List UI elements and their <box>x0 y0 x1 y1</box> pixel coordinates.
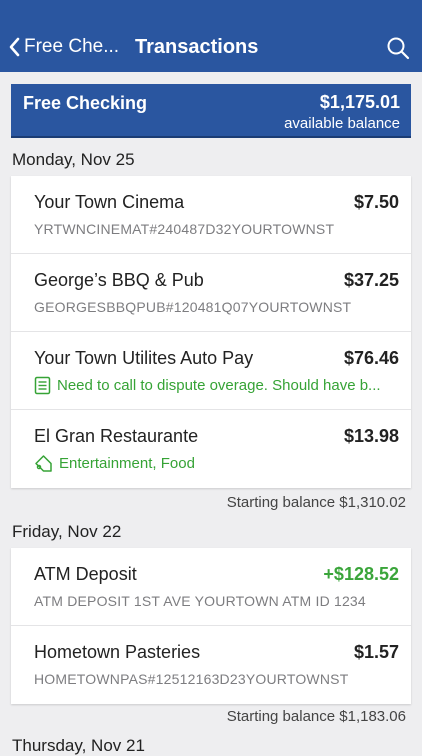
section-date: Thursday, Nov 21 <box>12 736 145 755</box>
chevron-left-icon <box>9 37 20 57</box>
transaction-amount: $37.25 <box>343 270 399 290</box>
transaction-amount: $7.50 <box>353 192 399 212</box>
transaction-note: Need to call to dispute overage. Should … <box>34 376 399 395</box>
transaction-row[interactable]: George’s BBQ & Pub $37.25 GEORGESBBQPUB#… <box>11 254 411 332</box>
starting-balance: Starting balance $1,310.02 <box>226 494 406 511</box>
transaction-detail: HOMETOWNPAS#12512163D23YOURTOWNST <box>34 671 349 687</box>
transaction-list: Your Town Cinema $7.50 YRTWNCINEMAT#2404… <box>11 176 411 488</box>
search-icon <box>387 37 410 60</box>
page-title: Transactions <box>135 36 259 58</box>
nav-bar: Free Che... Transactions <box>0 0 422 72</box>
transaction-row[interactable]: ATM Deposit +$128.52 ATM DEPOSIT 1ST AVE… <box>11 548 411 626</box>
transaction-amount: +$128.52 <box>323 564 399 584</box>
transaction-row[interactable]: Your Town Cinema $7.50 YRTWNCINEMAT#2404… <box>11 176 411 254</box>
transaction-name: El Gran Restaurante <box>34 426 199 446</box>
account-name: Free Checking <box>23 93 148 113</box>
transaction-row[interactable]: Hometown Pasteries $1.57 HOMETOWNPAS#125… <box>11 626 411 704</box>
transaction-detail: YRTWNCINEMAT#240487D32YOURTOWNST <box>34 221 335 237</box>
tag-icon <box>35 455 52 472</box>
transaction-amount: $76.46 <box>343 348 399 368</box>
back-label: Free Che... <box>24 36 120 57</box>
transaction-name: ATM Deposit <box>34 564 137 584</box>
transaction-tags: Entertainment, Food <box>34 454 399 473</box>
transaction-detail: ATM DEPOSIT 1ST AVE YOURTOWN ATM ID 1234 <box>34 593 366 609</box>
transaction-name: George’s BBQ & Pub <box>34 270 204 290</box>
starting-balance: Starting balance $1,183.06 <box>226 708 406 725</box>
balance-label: available balance <box>284 115 400 132</box>
transaction-detail: GEORGESBBQPUB#120481Q07YOURTOWNST <box>34 299 352 315</box>
account-summary[interactable]: Free Checking $1,175.01 available balanc… <box>11 84 411 138</box>
transaction-name: Your Town Utilites Auto Pay <box>34 348 254 368</box>
tags-text: Entertainment, Food <box>59 455 195 472</box>
note-text: Need to call to dispute overage. Should … <box>57 377 381 394</box>
transaction-row[interactable]: Your Town Utilites Auto Pay $76.46 Need … <box>11 332 411 410</box>
transaction-name: Hometown Pasteries <box>34 642 201 662</box>
section-date: Friday, Nov 22 <box>12 522 122 541</box>
account-balance: $1,175.01 <box>319 92 400 112</box>
transaction-amount: $13.98 <box>343 426 399 446</box>
section-date: Monday, Nov 25 <box>12 150 135 169</box>
transaction-list: ATM Deposit +$128.52 ATM DEPOSIT 1ST AVE… <box>11 548 411 704</box>
transaction-name: Your Town Cinema <box>34 192 185 212</box>
transaction-amount: $1.57 <box>353 642 399 662</box>
search-button[interactable] <box>386 36 410 65</box>
note-icon <box>34 376 51 395</box>
back-button[interactable]: Free Che... <box>8 36 119 58</box>
transaction-row[interactable]: El Gran Restaurante $13.98 Entertainment… <box>11 410 411 488</box>
